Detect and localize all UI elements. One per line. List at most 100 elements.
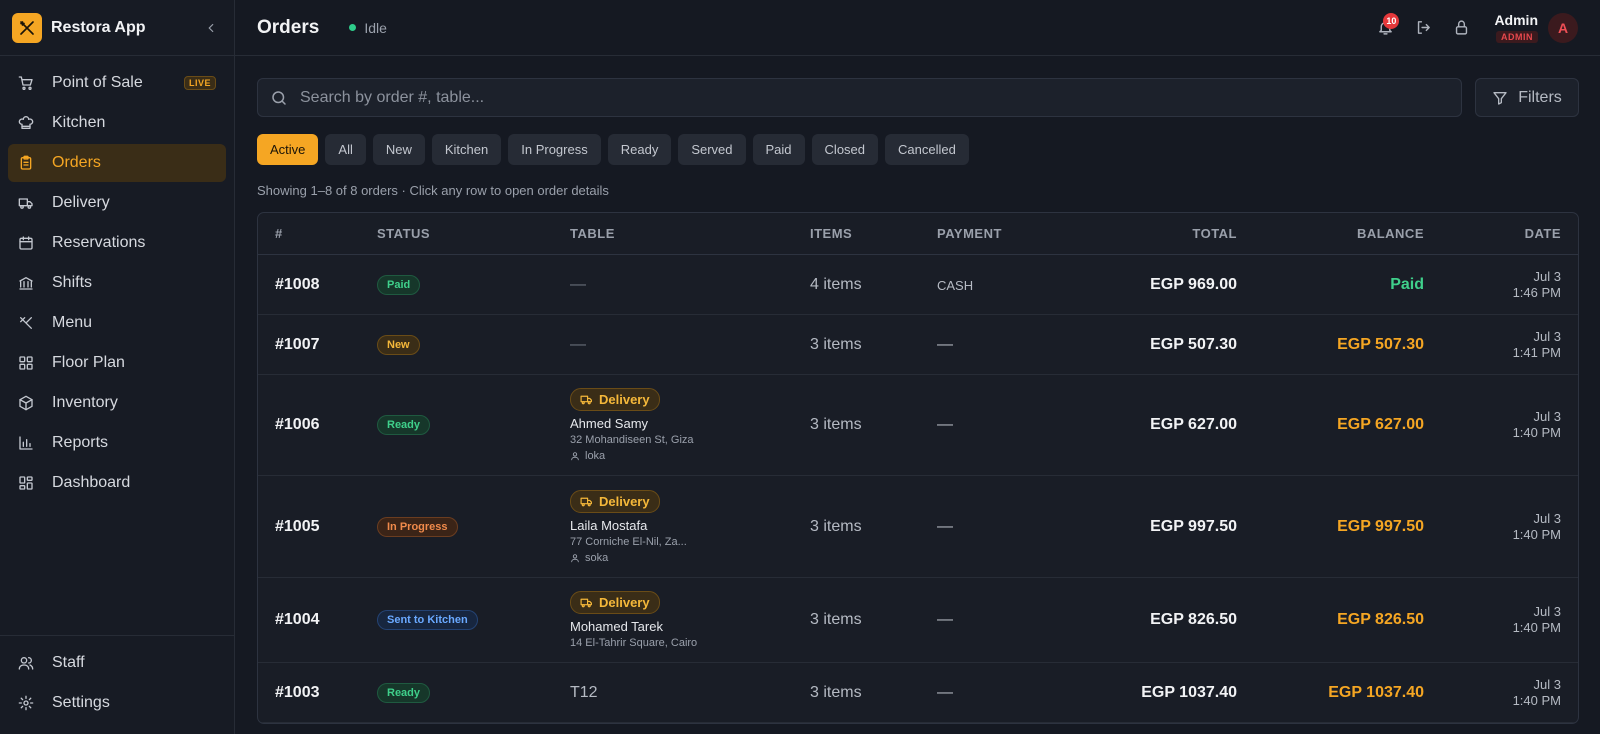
tab-served[interactable]: Served	[678, 134, 746, 165]
chef-hat-icon	[18, 116, 34, 129]
items-count: 3 items	[810, 416, 862, 433]
payment-method: CASH	[937, 277, 974, 293]
status-text: Idle	[364, 19, 387, 36]
date-day: Jul 3	[1533, 409, 1561, 424]
column-header[interactable]: DATE	[1424, 226, 1578, 241]
sidebar-item-label: Reservations	[52, 234, 146, 251]
delivery-info: Delivery Mohamed Tarek 14 El-Tahrir Squa…	[570, 591, 810, 649]
payment-method: —	[937, 416, 953, 433]
utensils-logo-icon	[12, 12, 42, 43]
order-date: Jul 3 1:40 PM	[1424, 677, 1578, 709]
column-header[interactable]: ITEMS	[810, 226, 937, 241]
tab-paid[interactable]: Paid	[752, 134, 805, 165]
order-total: EGP 969.00	[1150, 275, 1237, 293]
driver-name: soka	[585, 551, 609, 564]
sidebar: Restora App Point of Sale LIVE Kitchen O…	[0, 0, 235, 734]
date-day: Jul 3	[1533, 604, 1561, 619]
order-date: Jul 3 1:40 PM	[1424, 604, 1578, 636]
table-row[interactable]: #1007 New — 3 items — EGP 507.30 EGP 507…	[258, 315, 1578, 375]
tab-kitchen[interactable]: Kitchen	[431, 134, 502, 165]
sidebar-item-reservations[interactable]: Reservations	[8, 224, 226, 262]
truck-icon	[580, 497, 592, 506]
status-badge: Ready	[377, 682, 431, 703]
date-day: Jul 3	[1533, 268, 1561, 284]
sidebar-item-inventory[interactable]: Inventory	[8, 384, 226, 422]
order-number: #1008	[275, 275, 320, 293]
search-box	[257, 78, 1462, 117]
tab-all[interactable]: All	[325, 134, 366, 165]
order-balance: EGP 997.50	[1337, 517, 1424, 535]
sidebar-item-menu[interactable]: Menu	[8, 304, 226, 342]
sidebar-item-reports[interactable]: Reports	[8, 424, 226, 462]
avatar[interactable]: A	[1548, 12, 1578, 43]
order-total: EGP 997.50	[1150, 517, 1237, 535]
search-input[interactable]	[300, 88, 1449, 107]
truck-icon	[18, 198, 33, 209]
driver-info: soka	[570, 552, 810, 564]
sidebar-item-label: Kitchen	[52, 114, 106, 131]
sidebar-item-kitchen[interactable]: Kitchen	[8, 104, 226, 142]
table-row[interactable]: #1006 Ready Delivery Ahmed Samy 32 Mohan…	[258, 375, 1578, 476]
user-icon	[571, 553, 579, 562]
sidebar-item-dashboard[interactable]: Dashboard	[8, 464, 226, 502]
live-badge: LIVE	[183, 76, 216, 90]
sidebar-item-delivery[interactable]: Delivery	[8, 184, 226, 222]
date-time: 1:40 PM	[1512, 620, 1561, 635]
table-row[interactable]: #1005 In Progress Delivery Laila Mostafa…	[258, 476, 1578, 578]
column-header[interactable]: #	[258, 226, 377, 241]
items-count: 3 items	[810, 517, 862, 535]
table-header: # STATUS TABLE ITEMS PAYMENT TOTAL BALAN…	[258, 213, 1578, 255]
tab-closed[interactable]: Closed	[811, 134, 879, 165]
notifications-button[interactable]: 10	[1370, 12, 1400, 43]
brand-bar: Restora App	[0, 0, 234, 56]
dashboard-icon	[19, 476, 33, 490]
tab-new[interactable]: New	[372, 134, 425, 165]
utensils-icon	[20, 317, 32, 329]
tab-in-progress[interactable]: In Progress	[508, 134, 601, 165]
column-header[interactable]: TOTAL	[1077, 226, 1237, 241]
customer-address: 32 Mohandiseen St, Giza	[570, 434, 694, 446]
sidebar-item-settings[interactable]: Settings	[8, 684, 226, 722]
status-badge: New	[377, 334, 420, 355]
logout-button[interactable]	[1408, 13, 1438, 43]
calendar-icon	[19, 236, 33, 250]
column-header[interactable]: BALANCE	[1237, 226, 1424, 241]
tab-ready[interactable]: Ready	[607, 134, 672, 165]
sidebar-item-floor-plan[interactable]: Floor Plan	[8, 344, 226, 382]
table-row[interactable]: #1003 Ready T12 3 items — EGP 1037.40 EG…	[258, 663, 1578, 723]
user-role-badge: ADMIN	[1496, 31, 1538, 43]
sidebar-item-orders[interactable]: Orders	[8, 144, 226, 182]
sidebar-item-point-of-sale[interactable]: Point of Sale LIVE	[8, 64, 226, 102]
table-cell: —	[570, 275, 586, 293]
order-total: EGP 507.30	[1150, 335, 1237, 353]
logout-icon	[1417, 21, 1430, 34]
column-header[interactable]: STATUS	[377, 226, 570, 241]
column-header[interactable]: TABLE	[570, 226, 810, 241]
sidebar-item-label: Settings	[52, 694, 110, 711]
sidebar-item-staff[interactable]: Staff	[8, 644, 226, 682]
items-count: 3 items	[810, 611, 862, 628]
status-badge: Sent to Kitchen	[377, 610, 478, 630]
table-row[interactable]: #1004 Sent to Kitchen Delivery Mohamed T…	[258, 578, 1578, 663]
delivery-info: Delivery Laila Mostafa 77 Corniche El-Ni…	[570, 489, 810, 564]
delivery-chip: Delivery	[570, 489, 660, 513]
date-time: 1:40 PM	[1512, 425, 1561, 440]
collapse-sidebar-button[interactable]	[200, 17, 222, 39]
lock-button[interactable]	[1446, 13, 1476, 43]
tab-active[interactable]: Active	[257, 134, 319, 165]
table-row[interactable]: #1008 Paid — 4 items CASH EGP 969.00 Pai…	[258, 255, 1578, 315]
order-date: Jul 3 1:40 PM	[1424, 511, 1578, 543]
sidebar-item-shifts[interactable]: Shifts	[8, 264, 226, 302]
column-header[interactable]: PAYMENT	[937, 226, 1077, 241]
filters-label: Filters	[1518, 88, 1562, 106]
order-date: Jul 3 1:41 PM	[1424, 329, 1578, 361]
sidebar-item-label: Reports	[52, 434, 109, 451]
sidebar-item-label: Orders	[52, 154, 101, 171]
date-time: 1:41 PM	[1512, 344, 1561, 360]
order-number: #1007	[275, 335, 320, 353]
tab-cancelled[interactable]: Cancelled	[885, 134, 969, 165]
filters-button[interactable]: Filters	[1475, 78, 1579, 117]
sidebar-item-label: Dashboard	[52, 474, 131, 491]
date-day: Jul 3	[1533, 328, 1561, 344]
user-info: Admin ADMIN	[1494, 12, 1538, 43]
